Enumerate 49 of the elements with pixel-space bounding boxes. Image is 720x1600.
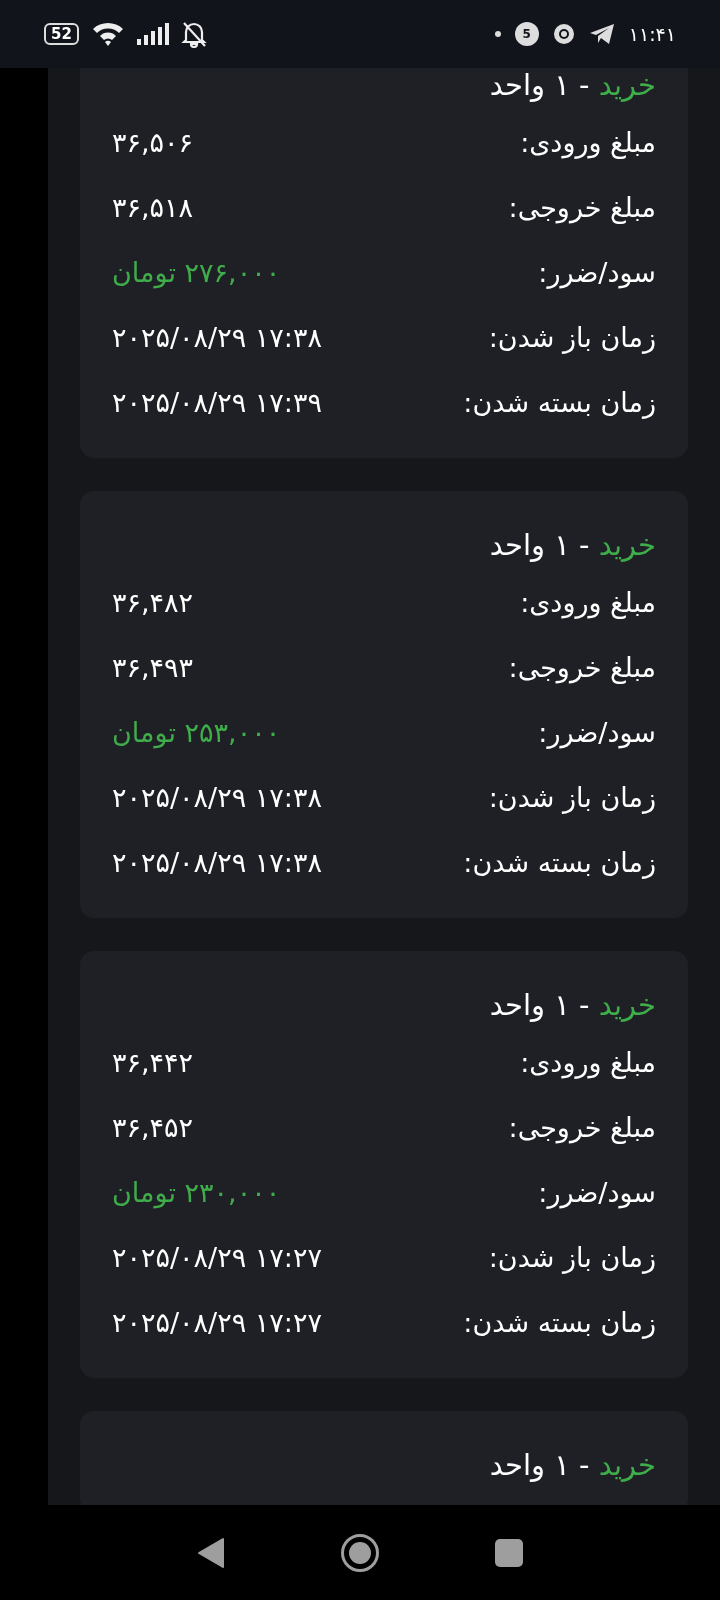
trade-side: خرید <box>598 988 656 1022</box>
browser-icon <box>552 23 575 45</box>
recents-icon[interactable] <box>495 1538 523 1567</box>
field-label: زمان بسته شدن: <box>463 846 656 881</box>
field-value: ۲۰۲۵/۰۸/۲۹ ۱۷:۲۷ <box>112 1241 322 1276</box>
trade-quantity: - ۱ واحد <box>489 1448 590 1482</box>
field-label: مبلغ ورودی: <box>520 1046 656 1081</box>
field-label: مبلغ ورودی: <box>520 126 656 161</box>
signal-icon <box>136 23 169 45</box>
field-value: ۳۶,۵۱۸ <box>112 191 194 226</box>
field-label: مبلغ ورودی: <box>520 586 656 621</box>
field-value: ۳۶,۴۵۲ <box>112 1111 194 1146</box>
back-icon[interactable] <box>197 1536 225 1569</box>
field-value: ۳۶,۴۸۲ <box>112 586 194 621</box>
field-label: مبلغ خروجی: <box>508 1111 656 1146</box>
clock: ۱۱:۴۱ <box>628 21 676 47</box>
field-label: زمان باز شدن: <box>488 781 656 816</box>
profit-value: ۲۷۶,۰۰۰ تومان <box>112 256 281 291</box>
trade-side: خرید <box>598 1448 656 1482</box>
field-label: سود/ضرر: <box>538 716 656 751</box>
field-label: زمان باز شدن: <box>488 321 656 356</box>
profit-value: ۲۵۳,۰۰۰ تومان <box>112 716 281 751</box>
trade-side: خرید <box>598 528 656 562</box>
field-label: مبلغ خروجی: <box>508 191 656 226</box>
field-label: زمان باز شدن: <box>488 1241 656 1276</box>
profit-value: ۲۳۰,۰۰۰ تومان <box>112 1176 281 1211</box>
app-notification-icon: 5 <box>514 22 539 46</box>
home-icon[interactable] <box>340 1532 380 1573</box>
field-label: سود/ضرر: <box>538 1176 656 1211</box>
field-label: سود/ضرر: <box>538 256 656 291</box>
trade-quantity: - ۱ واحد <box>489 988 590 1022</box>
trade-side: خرید <box>598 68 656 102</box>
field-value: ۲۰۲۵/۰۸/۲۹ ۱۷:۲۷ <box>112 1306 322 1341</box>
field-label: مبلغ خروجی: <box>508 651 656 686</box>
paper-plane-icon <box>588 23 615 45</box>
field-label: زمان بسته شدن: <box>463 1306 656 1341</box>
field-value: ۲۰۲۵/۰۸/۲۹ ۱۷:۳۹ <box>112 386 322 421</box>
field-value: ۳۶,۵۰۶ <box>112 126 194 161</box>
trade-quantity: - ۱ واحد <box>489 68 590 102</box>
field-value: ۲۰۲۵/۰۸/۲۹ ۱۷:۳۸ <box>112 846 322 881</box>
field-value: ۲۰۲۵/۰۸/۲۹ ۱۷:۳۸ <box>112 321 322 356</box>
dot-icon <box>494 31 501 37</box>
battery-indicator: 52 <box>44 23 79 45</box>
field-value: ۲۰۲۵/۰۸/۲۹ ۱۷:۳۸ <box>112 781 322 816</box>
field-value: ۳۶,۴۹۳ <box>112 651 194 686</box>
trade-quantity: - ۱ واحد <box>489 528 590 562</box>
field-value: ۳۶,۴۴۲ <box>112 1046 194 1081</box>
bell-off-icon <box>180 20 207 48</box>
field-label: زمان بسته شدن: <box>463 386 656 421</box>
